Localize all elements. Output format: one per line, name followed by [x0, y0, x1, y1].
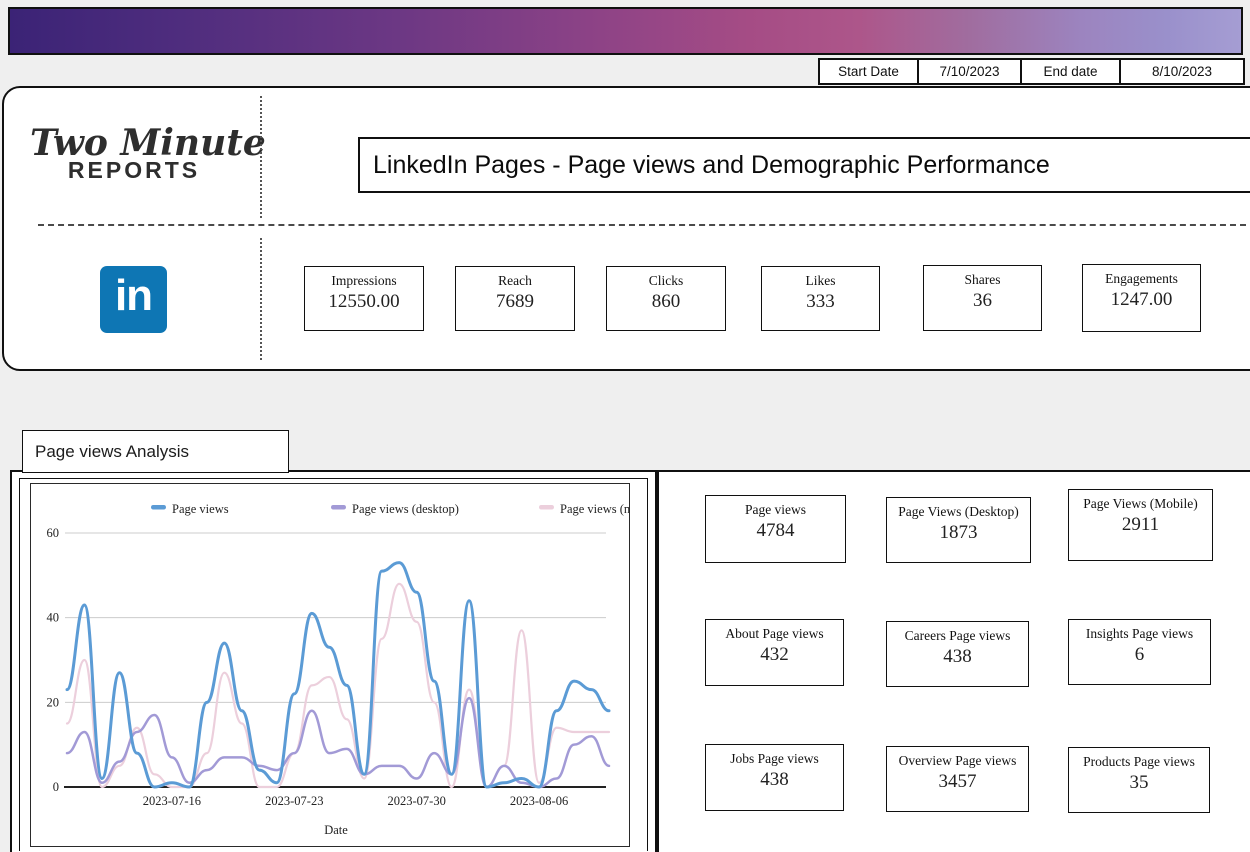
scorecard-value: 1247.00	[1083, 289, 1200, 311]
scorecard-value: 35	[1069, 772, 1209, 794]
scorecard-label: Reach	[456, 273, 574, 289]
linkedin-icon: in	[100, 266, 167, 333]
legend-swatch[interactable]	[151, 505, 166, 510]
scorecard-label: Engagements	[1083, 271, 1200, 287]
scorecard-page-views-desktop: Page Views (Desktop) 1873	[886, 497, 1031, 563]
scorecard-value: 333	[762, 291, 879, 313]
section-title-box: Page views Analysis	[22, 430, 289, 473]
scorecard-value: 12550.00	[305, 291, 423, 313]
x-axis-tick-label: 2023-08-06	[510, 794, 568, 808]
scorecard-label: Products Page views	[1069, 754, 1209, 770]
scorecard-label: Overview Page views	[887, 753, 1028, 769]
scorecard-products-page-views: Products Page views 35	[1068, 747, 1210, 813]
scorecard-value: 3457	[887, 771, 1028, 793]
legend-label[interactable]: Page views (mobile)	[560, 502, 629, 516]
series-line-page-views-mobile-	[67, 584, 609, 787]
scorecard-value: 7689	[456, 291, 574, 313]
scorecard-engagements: Engagements 1247.00	[1082, 264, 1201, 332]
x-axis-title: Date	[324, 823, 348, 837]
scorecard-value: 432	[706, 644, 843, 666]
start-date-field[interactable]: 7/10/2023	[917, 60, 1020, 83]
end-date-field[interactable]: 8/10/2023	[1119, 60, 1243, 83]
legend-label[interactable]: Page views (desktop)	[352, 502, 459, 516]
scorecard-label: Page views	[706, 502, 845, 518]
y-axis-tick-label: 0	[53, 780, 59, 794]
end-date-label: End date	[1020, 60, 1119, 83]
scorecard-likes: Likes 333	[761, 266, 880, 331]
scorecard-overview-page-views: Overview Page views 3457	[886, 746, 1029, 812]
report-title-box: LinkedIn Pages - Page views and Demograp…	[358, 137, 1250, 193]
y-axis-tick-label: 20	[47, 695, 60, 709]
scorecard-careers-page-views: Careers Page views 438	[886, 621, 1029, 687]
scorecard-insights-page-views: Insights Page views 6	[1068, 619, 1211, 685]
report-page: Start Date 7/10/2023 End date 8/10/2023 …	[0, 0, 1250, 848]
legend-label[interactable]: Page views	[172, 502, 229, 516]
two-minute-reports-logo: Two Minute REPORTS	[30, 122, 238, 184]
scorecard-value: 2911	[1069, 514, 1212, 536]
legend-swatch[interactable]	[331, 505, 346, 510]
header-gradient-banner	[8, 7, 1243, 55]
scorecard-value: 438	[706, 769, 843, 791]
scorecard-value: 860	[607, 291, 725, 313]
scorecard-value: 4784	[706, 520, 845, 542]
section-title: Page views Analysis	[23, 442, 189, 462]
start-date-label: Start Date	[820, 60, 917, 83]
y-axis-tick-label: 60	[47, 526, 60, 540]
legend-swatch[interactable]	[539, 505, 554, 510]
chart-svg[interactable]: 0 20 40 60 2023-07-16 2023-07-23 2023-07-30 202…	[31, 484, 629, 846]
scorecard-label: Likes	[762, 273, 879, 289]
scorecard-label: Page Views (Desktop)	[887, 504, 1030, 520]
scorecard-shares: Shares 36	[923, 265, 1042, 331]
report-title: LinkedIn Pages - Page views and Demograp…	[360, 151, 1050, 180]
x-axis-tick-label: 2023-07-23	[265, 794, 323, 808]
date-range-control: Start Date 7/10/2023 End date 8/10/2023	[818, 58, 1245, 85]
vertical-dotted-divider-top	[260, 96, 262, 218]
scorecard-impressions: Impressions 12550.00	[304, 266, 424, 331]
vertical-dotted-divider-bottom	[260, 238, 262, 360]
y-axis-tick-label: 40	[47, 611, 60, 625]
scorecard-reach: Reach 7689	[455, 266, 575, 331]
scorecard-label: About Page views	[706, 626, 843, 642]
scorecard-value: 1873	[887, 522, 1030, 544]
scorecard-label: Shares	[924, 272, 1041, 288]
scorecard-label: Impressions	[305, 273, 423, 289]
x-axis-tick-label: 2023-07-30	[388, 794, 446, 808]
scorecard-value: 6	[1069, 644, 1210, 666]
scorecard-label: Careers Page views	[887, 628, 1028, 644]
scorecard-value: 438	[887, 646, 1028, 668]
scorecard-jobs-page-views: Jobs Page views 438	[705, 744, 844, 811]
scorecard-label: Jobs Page views	[706, 751, 843, 767]
scorecard-clicks: Clicks 860	[606, 266, 726, 331]
scorecard-page-views-mobile: Page Views (Mobile) 2911	[1068, 489, 1213, 561]
scorecard-value: 36	[924, 290, 1041, 312]
scorecard-label: Clicks	[607, 273, 725, 289]
x-axis-tick-label: 2023-07-16	[143, 794, 201, 808]
scorecard-page-views: Page views 4784	[705, 495, 846, 563]
scorecard-label: Insights Page views	[1069, 626, 1210, 642]
scorecard-about-page-views: About Page views 432	[705, 619, 844, 686]
scorecard-label: Page Views (Mobile)	[1069, 496, 1212, 512]
horizontal-dashed-divider	[38, 224, 1246, 226]
pageviews-line-chart[interactable]: 0 20 40 60 2023-07-16 2023-07-23 2023-07-30 202…	[30, 483, 630, 847]
